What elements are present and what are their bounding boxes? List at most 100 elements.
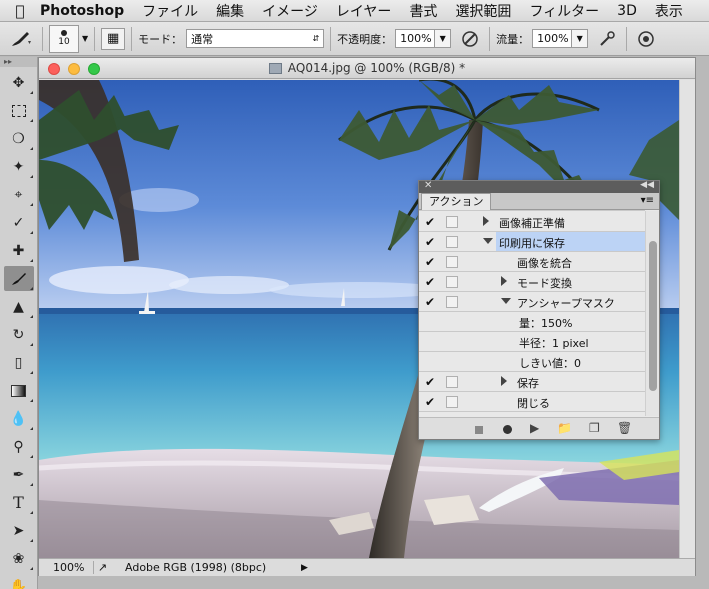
dialog-toggle-box[interactable] — [446, 276, 458, 288]
action-label: 半径：1 pixel — [519, 337, 589, 350]
action-row[interactable]: ✔ 印刷用に保存 — [419, 232, 645, 252]
menu-filter[interactable]: フィルター — [529, 1, 599, 21]
action-detail-row[interactable]: しきい値：0 — [419, 352, 645, 372]
brush-preset-picker[interactable]: 10 — [49, 24, 79, 53]
separator — [42, 26, 43, 51]
pressure-size-icon[interactable] — [633, 28, 659, 50]
panel-collapse-icon[interactable]: ◀◀ — [640, 180, 654, 190]
checkmark-icon[interactable]: ✔ — [425, 275, 437, 289]
expand-triangle-icon[interactable] — [483, 216, 489, 226]
collapse-triangle-icon[interactable] — [501, 298, 511, 304]
opacity-dropdown-icon[interactable]: ▼ — [435, 29, 452, 48]
status-menu-arrow-icon[interactable]: ▶ — [301, 563, 308, 573]
expand-triangle-icon[interactable] — [501, 376, 507, 386]
dialog-toggle-box[interactable] — [446, 396, 458, 408]
action-detail-row[interactable]: 量：150% — [419, 312, 645, 332]
action-row[interactable]: ✔ 保存 — [419, 372, 645, 392]
opacity-input[interactable]: 100% — [395, 29, 436, 48]
collapse-triangle-icon[interactable] — [483, 238, 493, 244]
chevron-down-icon[interactable]: ▼ — [82, 34, 88, 43]
mode-select[interactable]: 通常 ⇵ — [186, 29, 325, 48]
clone-stamp-tool-icon[interactable]: ▲ — [4, 294, 34, 319]
quick-select-tool-icon[interactable]: ✦ — [4, 154, 34, 179]
action-row[interactable]: ✔ 画像補正準備 — [419, 212, 645, 232]
checkmark-icon[interactable]: ✔ — [425, 235, 437, 249]
airbrush-icon[interactable] — [594, 28, 620, 50]
brush-tool-icon[interactable] — [3, 266, 34, 291]
custom-shape-tool-icon[interactable]: ❀ — [4, 546, 34, 571]
tool-preset-brush-icon[interactable] — [6, 26, 36, 52]
pressure-opacity-icon[interactable] — [457, 28, 483, 50]
document-titlebar[interactable]: AQ014.jpg @ 100% (RGB/8) * — [39, 58, 695, 79]
action-row[interactable]: ✔ モード変換 — [419, 272, 645, 292]
share-icon[interactable]: ↗ — [93, 561, 111, 574]
pen-tool-icon[interactable]: ✒ — [4, 462, 34, 487]
action-row[interactable]: ✔ アンシャープマスク — [419, 292, 645, 312]
dialog-toggle-box[interactable] — [446, 236, 458, 248]
action-row[interactable]: ✔ 閉じる — [419, 392, 645, 412]
checkmark-icon[interactable]: ✔ — [425, 255, 437, 269]
action-label: 印刷用に保存 — [499, 237, 565, 250]
actions-scrollbar[interactable] — [645, 211, 659, 416]
move-tool-icon[interactable]: ✥ — [4, 70, 34, 95]
action-row[interactable]: ✔ 画像を統合 — [419, 252, 645, 272]
menu-3d[interactable]: 3D — [617, 3, 637, 19]
vertical-scrollbar[interactable] — [679, 80, 695, 558]
separator — [626, 26, 628, 51]
dodge-tool-icon[interactable]: ⚲ — [4, 434, 34, 459]
dialog-toggle-box[interactable] — [446, 256, 458, 268]
play-icon[interactable]: ▶ — [530, 421, 539, 435]
new-set-folder-icon[interactable]: 📁 — [557, 421, 572, 435]
record-icon[interactable] — [503, 423, 512, 437]
marquee-tool-icon[interactable] — [4, 98, 34, 123]
checkmark-icon[interactable]: ✔ — [425, 295, 437, 309]
expand-triangle-icon[interactable] — [501, 276, 507, 286]
menu-image[interactable]: イメージ — [262, 1, 318, 21]
brush-panel-toggle-icon[interactable]: ▦ — [101, 27, 126, 50]
path-select-tool-icon[interactable]: ➤ — [4, 518, 34, 543]
options-bar: 10 ▼ ▦ モード： 通常 ⇵ 不透明度： 100% ▼ 流量： 100% ▼ — [0, 22, 709, 56]
lasso-tool-icon[interactable]: ❍ — [4, 126, 34, 151]
delete-trash-icon[interactable]: 🗑 — [617, 421, 632, 435]
crop-tool-icon[interactable]: ⌖ — [4, 182, 34, 207]
menu-type[interactable]: 書式 — [409, 1, 437, 21]
dialog-toggle-box[interactable] — [446, 296, 458, 308]
hand-tool-icon[interactable]: ✋ — [4, 574, 34, 589]
healing-brush-tool-icon[interactable]: ✚ — [4, 238, 34, 263]
menu-app-name[interactable]: Photoshop — [40, 3, 124, 19]
document-title: AQ014.jpg @ 100% (RGB/8) * — [287, 61, 466, 75]
history-brush-tool-icon[interactable]: ↻ — [4, 322, 34, 347]
minimize-window-button[interactable] — [68, 63, 80, 75]
menu-layer[interactable]: レイヤー — [336, 1, 392, 21]
panel-close-icon[interactable]: ✕ — [424, 180, 432, 191]
menu-edit[interactable]: 編集 — [216, 1, 244, 21]
checkmark-icon[interactable]: ✔ — [425, 375, 437, 389]
stop-icon[interactable] — [475, 423, 483, 437]
new-action-icon[interactable]: ❐ — [589, 421, 600, 435]
menu-select[interactable]: 選択範囲 — [455, 1, 511, 21]
dialog-toggle-box[interactable] — [446, 216, 458, 228]
type-tool-icon[interactable]: T — [4, 490, 34, 515]
gradient-tool-icon[interactable] — [4, 378, 34, 403]
zoom-level-field[interactable]: 100% — [39, 561, 93, 574]
scrollbar-thumb[interactable] — [649, 241, 657, 391]
checkmark-icon[interactable]: ✔ — [425, 395, 437, 409]
flow-input[interactable]: 100% — [532, 29, 573, 48]
action-detail-row[interactable]: 半径：1 pixel — [419, 332, 645, 352]
eyedropper-tool-icon[interactable]: ✓ — [4, 210, 34, 235]
eraser-tool-icon[interactable]: ▯ — [4, 350, 34, 375]
action-label: 画像補正準備 — [499, 217, 565, 230]
menu-view[interactable]: 表示 — [655, 1, 683, 21]
blur-tool-icon[interactable]: 💧 — [4, 406, 34, 431]
close-window-button[interactable] — [48, 63, 60, 75]
flow-dropdown-icon[interactable]: ▼ — [572, 29, 589, 48]
dialog-toggle-box[interactable] — [446, 376, 458, 388]
brush-dot-icon — [61, 30, 67, 36]
action-set-row[interactable] — [419, 205, 645, 211]
menu-file[interactable]: ファイル — [142, 1, 198, 21]
zoom-window-button[interactable] — [88, 63, 100, 75]
apple-menu-icon[interactable]:  — [0, 2, 40, 20]
panel-collapse-icon[interactable]: ▸▸ — [0, 57, 37, 67]
checkmark-icon[interactable]: ✔ — [425, 215, 437, 229]
panel-header[interactable]: ✕ ◀◀ — [419, 180, 659, 193]
